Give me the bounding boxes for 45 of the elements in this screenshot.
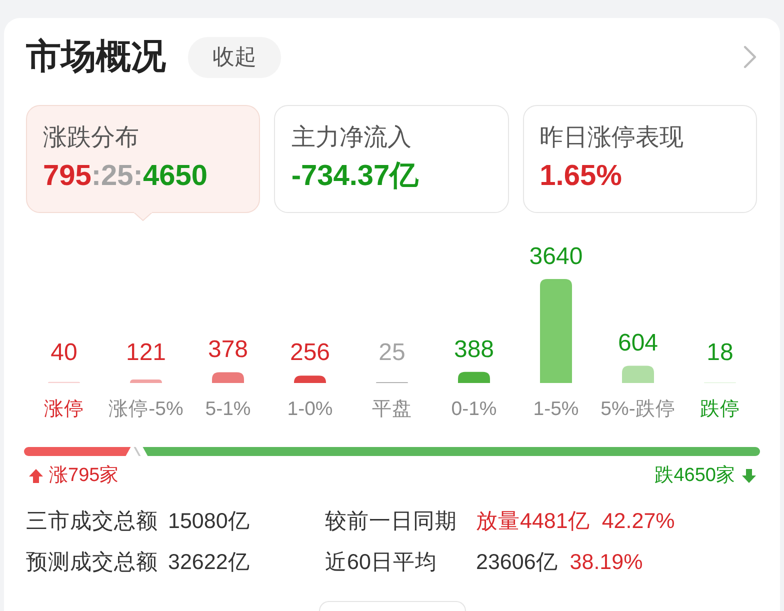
stat-label: 三市成交总额: [26, 508, 158, 534]
bar-value-label: 256: [290, 339, 330, 366]
stat-label: 近60日平均: [325, 549, 437, 575]
card-label: 主力净流入: [291, 123, 412, 153]
category-label: 跌停: [700, 398, 740, 420]
bar-value-label: 3640: [529, 243, 583, 270]
category-label: 5-1%: [205, 398, 251, 420]
stat-value: 放量4481亿: [476, 508, 590, 534]
up-arrow-icon: [28, 468, 44, 484]
bar-value-label: 388: [454, 336, 494, 363]
rising-count: 涨795家: [49, 465, 119, 487]
card-label: 昨日涨停表现: [540, 123, 684, 153]
stat-label: 较前一日同期: [325, 508, 457, 534]
card-value: 795:25:4650: [43, 159, 208, 194]
stat-label: 预测成交总额: [26, 549, 158, 575]
summary-card[interactable]: 主力净流入 -734.37亿: [274, 105, 509, 213]
summary-card[interactable]: 昨日涨停表现 1.65%: [522, 105, 757, 213]
category-label: 5%-跌停: [600, 398, 676, 420]
card-value: 1.65%: [540, 159, 622, 194]
falling-count: 跌4650家: [654, 465, 735, 487]
card-label: 涨跌分布: [43, 123, 139, 153]
category-label: 1-0%: [287, 398, 333, 420]
bar-value-label: 378: [208, 336, 248, 364]
bar-value-label: 18: [706, 339, 734, 366]
category-label: 涨停-5%: [108, 398, 184, 420]
stat-value: 42.27%: [602, 508, 675, 534]
category-label: 0-1%: [451, 398, 497, 420]
chevron-right-icon[interactable]: [743, 45, 757, 69]
category-label: 平盘: [372, 398, 412, 420]
stat-value: 23606亿: [476, 549, 558, 575]
stat-value: 32622亿: [168, 549, 250, 575]
card-value: -734.37亿: [291, 159, 419, 194]
bar-value-label: 25: [378, 339, 406, 366]
category-label: 1-5%: [533, 398, 579, 420]
summary-card[interactable]: 涨跌分布 795:25:4650: [26, 105, 260, 213]
bar-value-label: 604: [618, 330, 658, 357]
stat-value: 15080亿: [168, 508, 250, 534]
stat-value: 38.19%: [570, 549, 643, 575]
collapse-button[interactable]: 收起: [188, 36, 281, 78]
down-arrow-icon: [741, 468, 757, 484]
bar-value-label: 40: [50, 339, 78, 366]
pointer-icon: [134, 212, 152, 221]
category-label: 涨停: [44, 398, 84, 420]
bar-value-label: 121: [126, 339, 166, 366]
section-title: 市场概况: [26, 36, 166, 78]
